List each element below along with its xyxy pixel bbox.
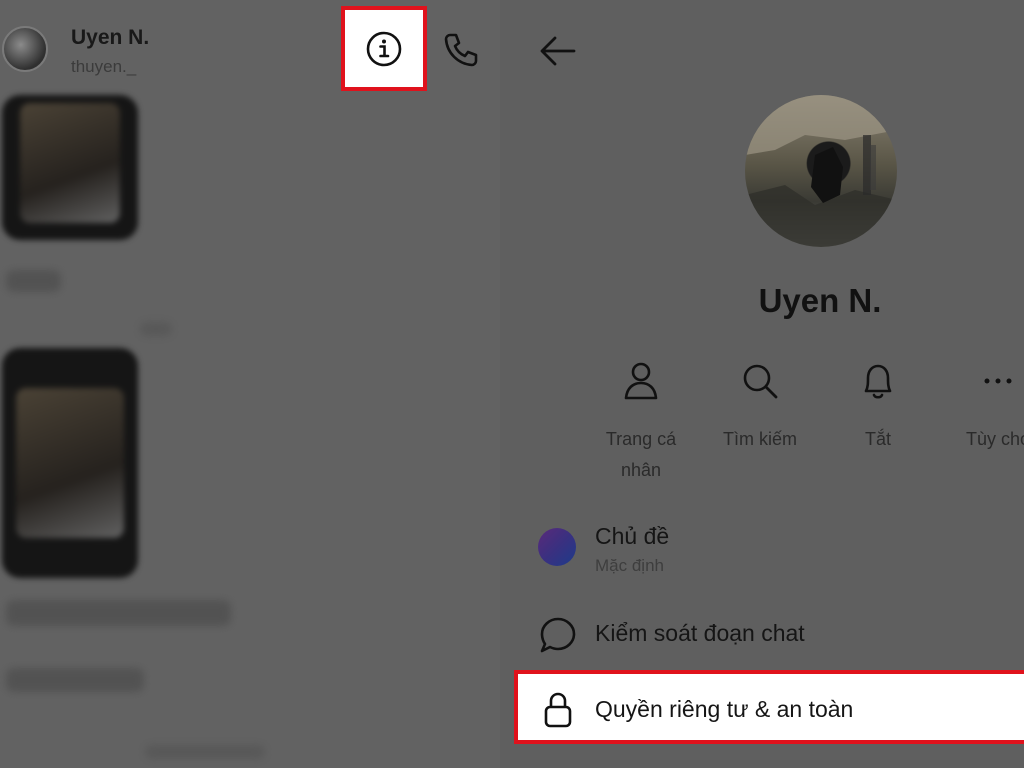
lock-icon bbox=[542, 691, 574, 734]
chat-bubble-icon bbox=[538, 615, 578, 660]
action-search-label: Tìm kiếm bbox=[723, 429, 797, 449]
chat-media[interactable] bbox=[2, 348, 138, 578]
back-button[interactable] bbox=[538, 34, 578, 73]
action-search[interactable]: Tìm kiếm bbox=[700, 360, 820, 455]
menu-privacy-safety[interactable]: Quyền riêng tư & an toàn bbox=[514, 670, 1024, 744]
chat-message bbox=[6, 600, 231, 626]
chat-timestamp bbox=[140, 322, 172, 336]
chat-message bbox=[6, 270, 61, 292]
action-mute-label: Tắt bbox=[864, 429, 891, 449]
action-mute[interactable]: Tắt bbox=[818, 360, 938, 455]
theme-swatch bbox=[538, 528, 576, 566]
menu-chat-control-label: Kiểm soát đoạn chat bbox=[595, 620, 805, 646]
action-options[interactable]: Tùy chọ bbox=[938, 360, 1024, 455]
call-button[interactable] bbox=[440, 29, 482, 76]
chat-header: Uyen N. thuyen._ bbox=[0, 0, 500, 95]
person-icon bbox=[624, 362, 658, 400]
action-options-label: Tùy chọ bbox=[965, 429, 1024, 449]
action-profile[interactable]: Trang cá nhân bbox=[581, 360, 701, 486]
chat-contact-name[interactable]: Uyen N. bbox=[71, 26, 149, 50]
chat-panel: Uyen N. thuyen._ bbox=[0, 0, 500, 768]
profile-name: Uyen N. bbox=[758, 282, 882, 319]
avatar[interactable] bbox=[2, 26, 48, 72]
info-icon bbox=[366, 31, 402, 66]
phone-icon bbox=[444, 33, 478, 67]
back-arrow-icon bbox=[540, 36, 576, 66]
chat-media[interactable] bbox=[2, 95, 138, 240]
menu-privacy-label: Quyền riêng tư & an toàn bbox=[595, 696, 854, 722]
search-icon bbox=[743, 364, 778, 399]
chat-timestamp bbox=[145, 745, 265, 759]
info-button[interactable] bbox=[341, 6, 427, 91]
chat-contact-username: thuyen._ bbox=[71, 57, 137, 76]
profile-photo bbox=[745, 95, 897, 247]
menu-theme-value: Mặc định bbox=[595, 556, 664, 575]
action-profile-label: Trang cá nhân bbox=[605, 429, 677, 480]
bell-icon bbox=[864, 364, 892, 399]
chat-message bbox=[6, 668, 144, 692]
menu-theme-title: Chủ đề bbox=[595, 523, 670, 549]
profile-avatar[interactable] bbox=[745, 95, 897, 247]
more-icon bbox=[984, 378, 1012, 384]
info-panel: Uyen N. Trang cá nhân Tìm kiếm Tắt Tùy c… bbox=[500, 0, 1024, 768]
